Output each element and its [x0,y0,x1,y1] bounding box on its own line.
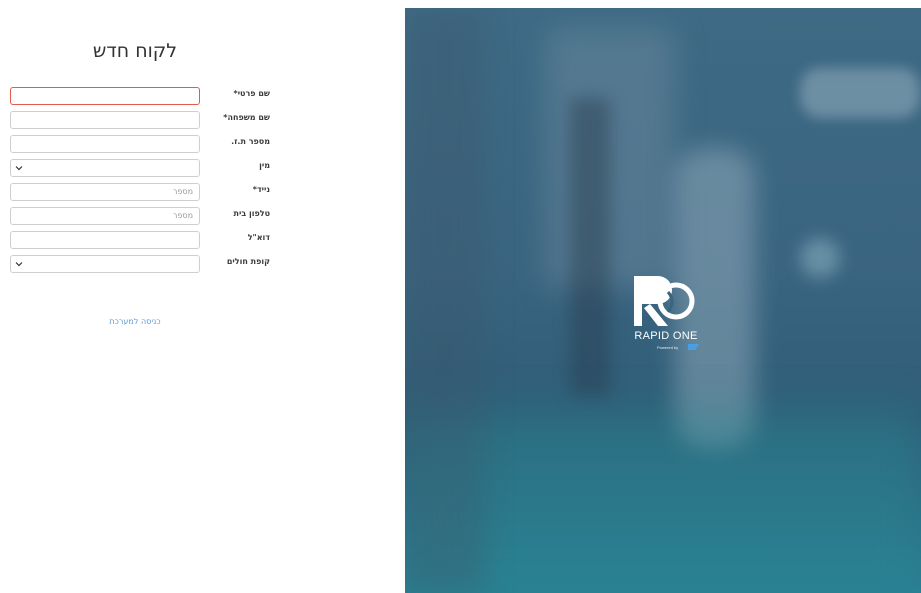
home-phone-placeholder: מספר [172,211,193,220]
hero-background-image: RAPID ONE Powered by [405,8,921,593]
field-row-last-name: שם משפחה* [10,111,270,129]
mobile-label: נייד* [252,185,270,194]
app-window: לקוח חדש שם פרטי* שם משפחה* מספר ת.ז. מי… [0,0,921,593]
background-door-blob [570,98,610,398]
background-wall-blob [405,8,485,593]
id-number-label: מספר ת.ז. [231,137,270,146]
gender-label: מין [259,161,270,170]
home-phone-label: טלפון בית [233,209,270,218]
login-link[interactable]: כניסה למערכת [0,317,270,326]
health-fund-label: קופת חולים [226,257,270,266]
health-fund-select[interactable] [10,255,200,273]
field-row-first-name: שם פרטי* [10,87,270,105]
chevron-down-icon [15,262,23,267]
first-name-label: שם פרטי* [233,89,270,98]
last-name-label: שם משפחה* [223,113,270,122]
id-number-input[interactable] [10,135,200,153]
email-input[interactable] [10,231,200,249]
field-row-email: דוא"ל [10,231,270,249]
brand-tagline: Powered by [657,345,679,350]
field-row-home-phone: מספר טלפון בית [10,207,270,225]
mobile-input[interactable]: מספר [10,183,200,201]
brand-name: RAPID ONE [634,330,698,342]
field-row-health-fund: קופת חולים [10,255,270,273]
new-customer-form-panel: לקוח חדש שם פרטי* שם משפחה* מספר ת.ז. מי… [0,0,405,593]
chevron-down-icon [15,166,23,171]
field-row-gender: מין [10,159,270,177]
background-light-blob [800,68,920,118]
gender-select[interactable] [10,159,200,177]
field-row-mobile: מספר נייד* [10,183,270,201]
background-window-blob [545,28,675,288]
home-phone-input[interactable]: מספר [10,207,200,225]
first-name-input[interactable] [10,87,200,105]
last-name-input[interactable] [10,111,200,129]
background-lamp-blob [800,238,840,278]
page-title: לקוח חדש [92,40,178,62]
email-label: דוא"ל [247,233,270,242]
field-row-id-number: מספר ת.ז. [10,135,270,153]
mobile-placeholder: מספר [172,187,193,196]
